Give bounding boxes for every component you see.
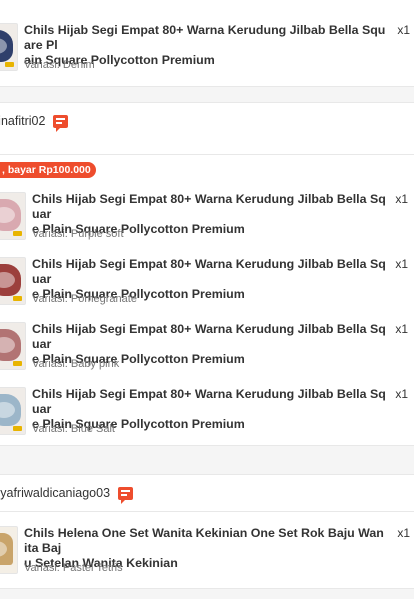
quantity: x1 [397, 23, 410, 37]
product-thumbnail[interactable] [0, 322, 26, 370]
thumb-tag [13, 361, 22, 366]
seller-name[interactable]: rinafitri02 [0, 114, 45, 128]
product-name-line1: Chils Hijab Segi Empat 80+ Warna Kerudun… [32, 257, 386, 286]
order-items-section: , bayar Rp100.000 Chils Hijab Segi Empat… [0, 154, 414, 445]
quantity: x1 [395, 387, 408, 401]
product-name-line1: Chils Hijab Segi Empat 80+ Warna Kerudun… [32, 192, 386, 221]
product-thumbnail[interactable] [0, 526, 18, 574]
order-item[interactable]: Chils Hijab Segi Empat 80+ Warna Kerudun… [0, 387, 414, 445]
variant-label: Variasi: Denim [24, 59, 95, 71]
product-thumbnail[interactable] [0, 257, 26, 305]
thumb-tag [13, 231, 22, 236]
chat-icon[interactable] [53, 114, 69, 132]
thumb-tag [13, 296, 22, 301]
order-card: Chils Hijab Segi Empat 80+ Warna Kerudun… [0, 0, 414, 87]
product-name-line1: Chils Hijab Segi Empat 80+ Warna Kerudun… [32, 387, 386, 416]
order-items-section: Chils Helena One Set Wanita Kekinian One… [0, 511, 414, 588]
quantity: x1 [397, 526, 410, 540]
order-item[interactable]: Chils Hijab Segi Empat 80+ Warna Kerudun… [0, 322, 414, 382]
chat-icon[interactable] [118, 486, 134, 504]
order-item[interactable]: Chils Helena One Set Wanita Kekinian One… [0, 526, 414, 586]
product-thumbnail[interactable] [0, 387, 26, 435]
product-name-line1: Chils Helena One Set Wanita Kekinian One… [24, 526, 384, 555]
product-name-line1: Chils Hijab Segi Empat 80+ Warna Kerudun… [24, 23, 386, 52]
seller-name[interactable]: syafriwaldicaniago03 [0, 486, 110, 500]
quantity: x1 [395, 257, 408, 271]
order-item[interactable]: Chils Hijab Segi Empat 80+ Warna Kerudun… [0, 23, 414, 83]
seller-header[interactable]: syafriwaldicaniago03 [0, 475, 414, 511]
variant-label: Variasi: Purple soft [32, 228, 124, 240]
order-item[interactable]: Chils Hijab Segi Empat 80+ Warna Kerudun… [0, 192, 414, 252]
variant-label: Variasi: Baby pink [32, 358, 120, 370]
seller-header[interactable]: rinafitri02 [0, 103, 414, 139]
order-item[interactable]: Chils Hijab Segi Empat 80+ Warna Kerudun… [0, 257, 414, 317]
variant-label: Variasi: Pomegranate [32, 293, 137, 305]
product-thumbnail[interactable] [0, 23, 18, 71]
product-thumbnail[interactable] [0, 192, 26, 240]
variant-label: Variasi: Pastel Tetris [24, 562, 123, 574]
thumb-tag [13, 426, 22, 431]
order-card: rinafitri02 , bayar Rp100.000 Chils Hija… [0, 102, 414, 446]
quantity: x1 [395, 192, 408, 206]
product-name-line1: Chils Hijab Segi Empat 80+ Warna Kerudun… [32, 322, 386, 351]
quantity: x1 [395, 322, 408, 336]
thumb-tag [5, 62, 14, 67]
promo-badge: , bayar Rp100.000 [0, 162, 96, 178]
order-card: syafriwaldicaniago03 Chils Helena One Se… [0, 474, 414, 589]
variant-label: Variasi: Blue Salt [32, 423, 115, 435]
